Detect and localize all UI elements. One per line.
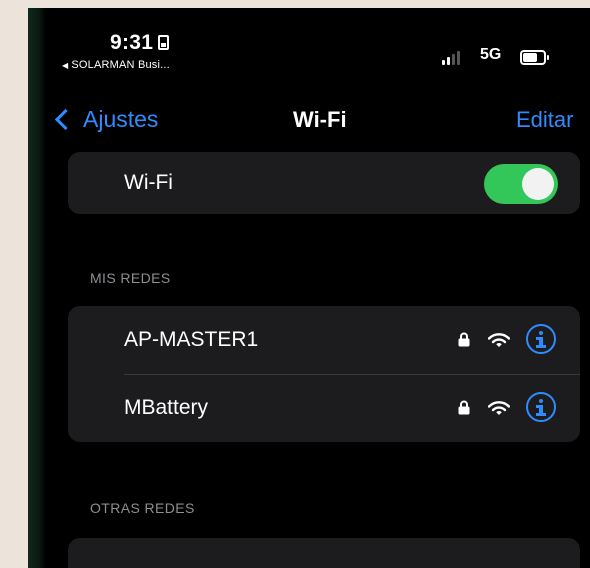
- back-button[interactable]: Ajustes: [54, 106, 158, 133]
- phone-screen: 9:31 ◀ SOLARMAN Busi... 5G Ajustes Wi-Fi …: [28, 8, 590, 568]
- info-icon[interactable]: [526, 324, 556, 354]
- chevron-left-icon: [54, 108, 77, 131]
- time-text: 9:31: [110, 31, 154, 54]
- lock-icon: [458, 400, 470, 415]
- back-to-app-link[interactable]: ◀ SOLARMAN Busi...: [62, 59, 170, 71]
- battery-icon: [520, 50, 549, 65]
- status-time: 9:31: [110, 31, 170, 55]
- edit-button[interactable]: Editar: [516, 107, 573, 133]
- network-name: MBattery: [124, 396, 209, 419]
- info-icon[interactable]: [526, 392, 556, 422]
- wifi-toggle-label: Wi-Fi: [124, 171, 173, 194]
- wifi-toggle-switch[interactable]: [484, 164, 558, 204]
- network-row-mbattery[interactable]: MBattery: [68, 374, 580, 442]
- lock-icon: [458, 332, 470, 347]
- network-type: 5G: [480, 46, 502, 63]
- other-networks-list: [68, 538, 580, 568]
- network-name: AP-MASTER1: [124, 328, 259, 351]
- back-triangle-icon: ◀: [62, 61, 69, 70]
- cellular-signal-icon: [442, 51, 460, 65]
- page-title: Wi-Fi: [293, 107, 347, 132]
- status-bar: 9:31 ◀ SOLARMAN Busi... 5G: [28, 8, 590, 88]
- phone-bezel-edge: [28, 8, 46, 568]
- network-row-ap-master1[interactable]: AP-MASTER1: [68, 306, 580, 375]
- navigation-bar: Ajustes Wi-Fi Editar: [28, 98, 590, 148]
- my-networks-list: AP-MASTER1 MBattery: [68, 306, 580, 442]
- wifi-toggle-group: Wi-Fi: [68, 152, 580, 214]
- section-header-my-networks: MIS REDES: [90, 270, 171, 286]
- wifi-signal-icon: [488, 333, 510, 347]
- wifi-signal-icon: [488, 401, 510, 415]
- toggle-knob: [522, 168, 554, 200]
- back-button-label: Ajustes: [83, 106, 159, 132]
- back-app-label: SOLARMAN Busi...: [71, 59, 170, 71]
- section-header-other-networks: OTRAS REDES: [90, 500, 195, 516]
- sim-card-icon: [158, 35, 170, 50]
